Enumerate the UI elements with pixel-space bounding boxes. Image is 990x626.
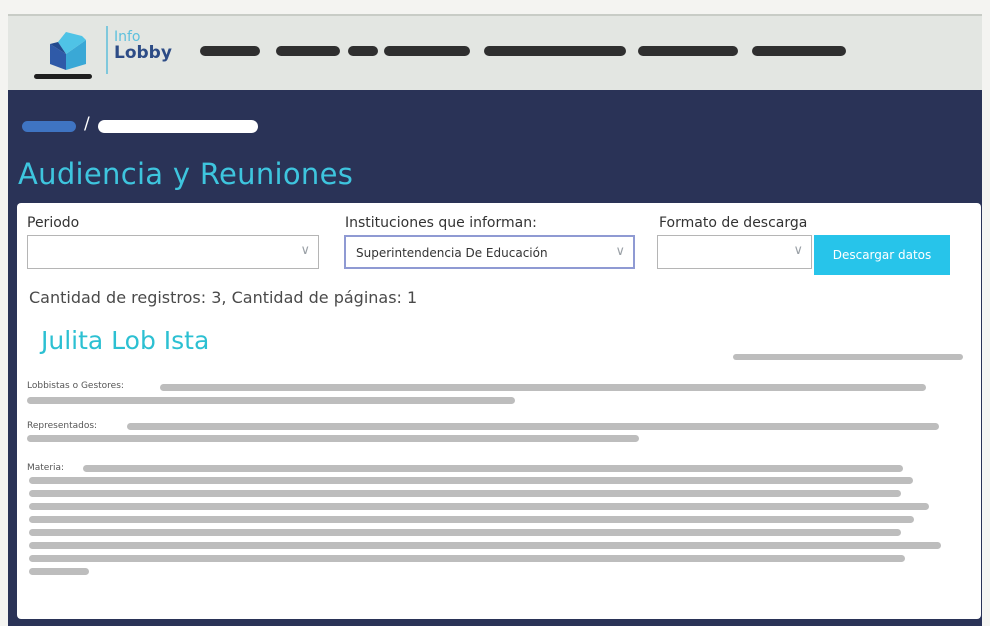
formato-select[interactable]: ∨ (657, 235, 812, 269)
materia-value (29, 516, 914, 523)
logo-underline (34, 74, 92, 79)
instituciones-label: Instituciones que informan: (345, 215, 537, 231)
nav-item-1[interactable] (200, 46, 260, 56)
representados-label: Representados: (27, 421, 98, 431)
materia-value (29, 490, 901, 497)
nav-item-5[interactable] (484, 46, 626, 56)
chevron-down-icon: ∨ (793, 243, 803, 258)
breadcrumb-home-link[interactable] (22, 121, 76, 132)
periodo-select[interactable]: ∨ (27, 235, 319, 269)
logo-divider (106, 26, 108, 74)
instituciones-select-value: Superintendencia De Educación (356, 246, 548, 260)
lobbistas-label: Lobbistas o Gestores: (27, 381, 124, 391)
logo-text-info: Info (114, 29, 141, 45)
nav-item-7[interactable] (752, 46, 846, 56)
materia-value (29, 503, 929, 510)
lobbistas-value (160, 384, 926, 391)
breadcrumb-current (98, 120, 258, 133)
materia-value (29, 568, 89, 575)
logo-text-lobby: Lobby (114, 43, 172, 63)
chevron-down-icon: ∨ (300, 243, 310, 258)
chevron-down-icon: ∨ (615, 244, 625, 259)
results-panel: Periodo ∨ Instituciones que informan: Su… (17, 203, 981, 619)
lobbistas-value (27, 397, 515, 404)
periodo-label: Periodo (27, 215, 80, 231)
nav-item-4[interactable] (384, 46, 470, 56)
record-title[interactable]: Julita Lob Ista (41, 326, 209, 355)
materia-value (83, 465, 903, 472)
materia-value (29, 555, 905, 562)
site-header: Info Lobby (8, 14, 982, 92)
book-logo-icon[interactable] (44, 30, 92, 70)
nav-item-2[interactable] (276, 46, 340, 56)
materia-label: Materia: (27, 463, 65, 473)
formato-label: Formato de descarga (659, 215, 808, 231)
materia-value (29, 477, 913, 484)
logo-text[interactable]: Info Lobby (114, 30, 172, 62)
representados-value (27, 435, 639, 442)
breadcrumb-separator: / (84, 114, 90, 134)
download-data-button[interactable]: Descargar datos (814, 235, 950, 275)
nav-item-3[interactable] (348, 46, 378, 56)
page-title: Audiencia y Reuniones (18, 157, 354, 191)
results-count: Cantidad de registros: 3, Cantidad de pá… (29, 288, 418, 307)
instituciones-select[interactable]: Superintendencia De Educación ∨ (344, 235, 635, 269)
record-date (733, 354, 963, 360)
representados-value (127, 423, 939, 430)
materia-value (29, 542, 941, 549)
materia-value (29, 529, 901, 536)
nav-item-6[interactable] (638, 46, 738, 56)
